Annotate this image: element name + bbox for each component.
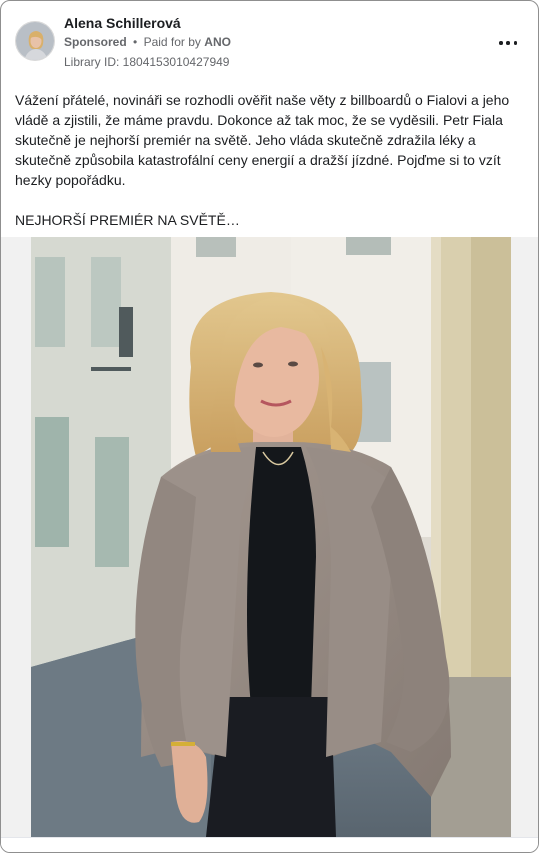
sponsored-line: Sponsored • Paid for by ANO [64,35,231,49]
post-media[interactable] [1,237,538,837]
ad-post-card: Alena Schillerová Sponsored • Paid for b… [0,0,539,853]
more-options-icon[interactable] [496,35,520,51]
paid-for-prefix: Paid for by [143,35,201,49]
post-paragraph-2: NEJHORŠÍ PREMIÉR NA SVĚTĚ… [15,212,240,228]
post-photo [31,237,511,837]
meta-separator: • [133,35,138,49]
library-id: Library ID: 1804153010427949 [64,55,230,69]
author-avatar[interactable] [15,21,55,61]
avatar-image [16,22,54,60]
post-footer-strip [1,837,538,852]
portrait-photo-image [31,237,511,837]
author-name[interactable]: Alena Schillerová [64,15,181,31]
payer-name[interactable]: ANO [204,35,231,49]
post-text: Vážení přátelé, novináři se rozhodli ově… [15,90,515,230]
post-header: Alena Schillerová Sponsored • Paid for b… [15,15,524,75]
sponsored-label[interactable]: Sponsored [64,35,127,49]
post-paragraph-1: Vážení přátelé, novináři se rozhodli ově… [15,92,510,188]
